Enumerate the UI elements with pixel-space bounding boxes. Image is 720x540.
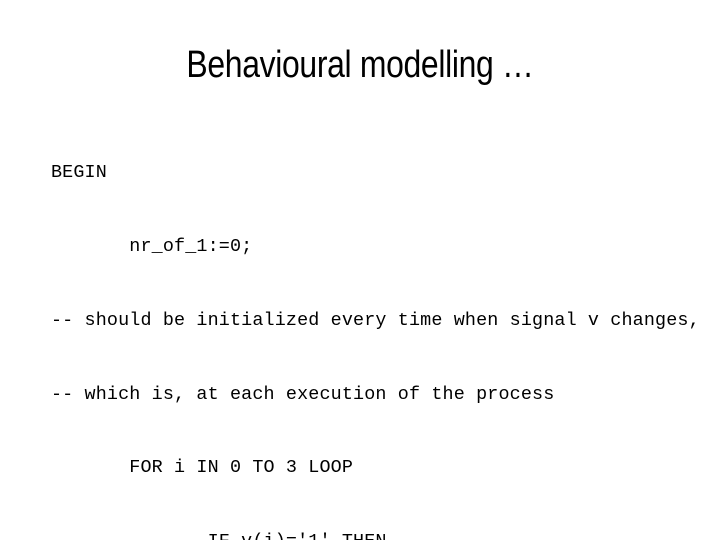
code-line: BEGIN: [51, 162, 107, 184]
code-line: -- should be initialized every time when…: [51, 309, 700, 331]
code-line: nr_of_1:=0;: [51, 235, 253, 257]
page-title: Behavioural modelling …: [186, 44, 534, 86]
code-line: IF v(i)='1' THEN: [51, 530, 720, 540]
code-line: FOR i IN 0 TO 3 LOOP: [51, 457, 354, 479]
code-block: BEGIN nr_of_1:=0; -- should be initializ…: [51, 112, 720, 540]
code-line: -- which is, at each execution of the pr…: [51, 383, 555, 405]
slide-canvas: Behavioural modelling … BEGIN nr_of_1:=0…: [0, 0, 720, 540]
